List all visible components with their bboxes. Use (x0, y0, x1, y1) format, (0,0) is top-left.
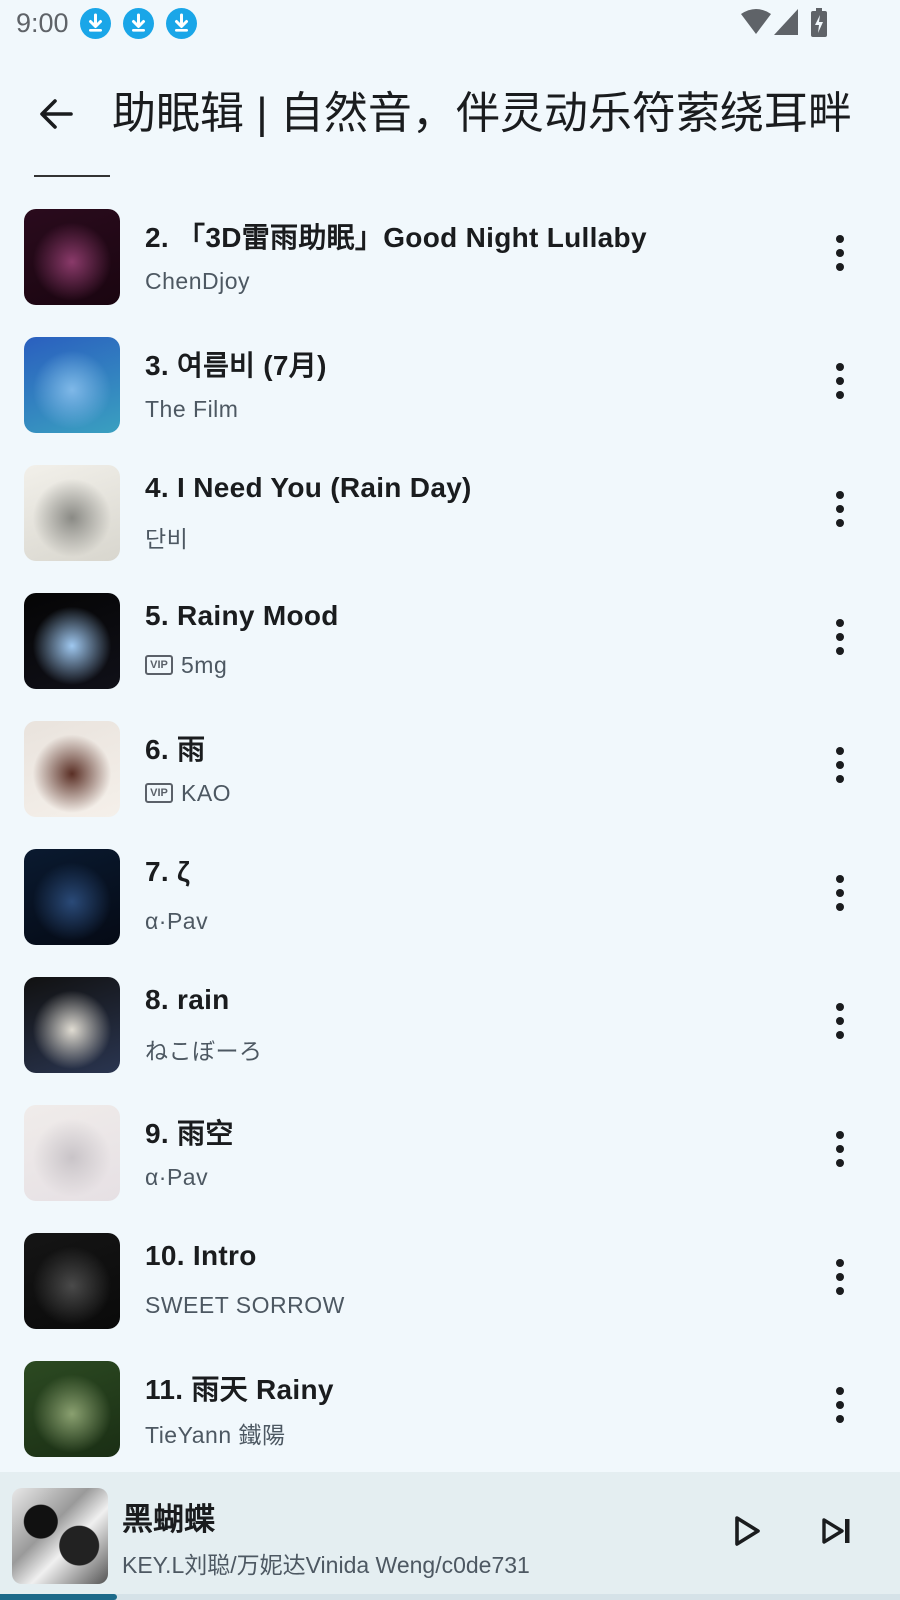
album-cover (24, 465, 120, 561)
track-row[interactable]: 6. 雨 VIP KAO (0, 708, 900, 836)
more-options-button[interactable] (815, 612, 865, 662)
track-row[interactable]: 9. 雨空 α·Pav (0, 1092, 900, 1220)
track-subtitle: VIP KAO (145, 778, 231, 808)
more-options-button[interactable] (815, 1124, 865, 1174)
download-icon (123, 8, 154, 39)
track-row[interactable]: 11. 雨天 Rainy TieYann 鐵陽 (0, 1348, 900, 1476)
vip-badge: VIP (145, 783, 173, 803)
more-options-button[interactable] (815, 996, 865, 1046)
more-vert-icon (836, 1387, 844, 1395)
track-subtitle: SWEET SORROW (145, 1290, 345, 1320)
track-subtitle: TieYann 鐵陽 (145, 1418, 286, 1448)
skip-next-button[interactable] (812, 1506, 862, 1556)
vip-badge: VIP (145, 655, 173, 675)
track-artist: The Film (145, 395, 239, 422)
more-options-button[interactable] (815, 484, 865, 534)
more-vert-icon (836, 875, 844, 883)
status-time: 9:00 (16, 8, 69, 38)
more-vert-icon (836, 1259, 844, 1267)
status-bar: 9:00 (0, 0, 900, 50)
album-cover (24, 593, 120, 689)
track-title: 7. ζ (145, 856, 191, 887)
track-subtitle: ねこぼーろ (145, 1034, 263, 1064)
track-row[interactable]: 2. 「3D雷雨助眠」Good Night Lullaby ChenDjoy (0, 196, 900, 324)
track-title: 5. Rainy Mood (145, 600, 339, 631)
track-artist: α·Pav (145, 1163, 209, 1190)
track-title: 2. 「3D雷雨助眠」Good Night Lullaby (145, 222, 647, 253)
more-options-button[interactable] (815, 868, 865, 918)
track-artist: α·Pav (145, 907, 209, 934)
now-playing-cover[interactable] (12, 1488, 108, 1584)
more-options-button[interactable] (815, 740, 865, 790)
skip-next-icon (822, 1518, 850, 1544)
track-title: 9. 雨空 (145, 1118, 234, 1149)
track-title: 11. 雨天 Rainy (145, 1374, 334, 1405)
track-row[interactable]: 10. Intro SWEET SORROW (0, 1220, 900, 1348)
album-cover (24, 721, 120, 817)
playback-progress[interactable] (0, 1594, 900, 1600)
album-cover (24, 1105, 120, 1201)
track-row[interactable]: 8. rain ねこぼーろ (0, 964, 900, 1092)
download-icon (80, 8, 111, 39)
page-title: 助眠辑 | 自然音，伴灵动乐符萦绕耳畔 (112, 89, 852, 138)
more-options-button[interactable] (815, 228, 865, 278)
track-subtitle: α·Pav (145, 1162, 208, 1192)
track-title: 8. rain (145, 984, 230, 1015)
track-artist: 5mg (181, 651, 228, 678)
track-title: 10. Intro (145, 1240, 257, 1271)
more-vert-icon (836, 747, 844, 755)
more-options-button[interactable] (815, 1380, 865, 1430)
more-options-button[interactable] (815, 356, 865, 406)
album-cover (24, 337, 120, 433)
album-cover (24, 1233, 120, 1329)
track-title: 3. 여름비 (7月) (145, 350, 327, 381)
track-subtitle: α·Pav (145, 906, 208, 936)
divider (34, 175, 110, 177)
app-bar: 助眠辑 | 自然音，伴灵动乐符萦绕耳畔 (0, 60, 900, 164)
more-vert-icon (836, 491, 844, 499)
track-row[interactable]: 7. ζ α·Pav (0, 836, 900, 964)
more-vert-icon (836, 235, 844, 243)
album-cover (24, 1361, 120, 1457)
playback-progress-fill (0, 1594, 117, 1600)
download-icon (166, 8, 197, 39)
album-cover (24, 209, 120, 305)
track-artist: KAO (181, 779, 232, 806)
play-icon (735, 1516, 760, 1546)
track-title: 6. 雨 (145, 734, 206, 765)
track-row[interactable]: 3. 여름비 (7月) The Film (0, 324, 900, 452)
now-playing-artist: KEY.L刘聪/万妮达Vinida Weng/c0de731 (122, 1552, 530, 1578)
wifi-icon (740, 8, 772, 36)
track-subtitle: 단비 (145, 522, 188, 552)
track-artist: ChenDjoy (145, 267, 250, 294)
track-title: 4. I Need You (Rain Day) (145, 472, 472, 503)
track-artist: TieYann 鐵陽 (145, 1422, 286, 1448)
play-button[interactable] (722, 1506, 772, 1556)
album-cover (24, 977, 120, 1073)
more-vert-icon (836, 1003, 844, 1011)
track-row[interactable]: 4. I Need You (Rain Day) 단비 (0, 452, 900, 580)
track-subtitle: VIP 5mg (145, 650, 227, 680)
track-artist: SWEET SORROW (145, 1291, 345, 1318)
track-artist: ねこぼーろ (145, 1038, 263, 1064)
track-list: 2. 「3D雷雨助眠」Good Night Lullaby ChenDjoy 3… (0, 196, 900, 1476)
album-cover (24, 849, 120, 945)
arrow-left-icon (40, 99, 73, 129)
more-vert-icon (836, 1131, 844, 1139)
track-subtitle: ChenDjoy (145, 266, 250, 296)
more-vert-icon (836, 619, 844, 627)
more-vert-icon (836, 363, 844, 371)
track-subtitle: The Film (145, 394, 238, 424)
battery-charging-icon (810, 8, 828, 38)
track-artist: 단비 (145, 526, 189, 552)
back-button[interactable] (30, 88, 82, 140)
more-options-button[interactable] (815, 1252, 865, 1302)
mini-player[interactable]: 黑蝴蝶 KEY.L刘聪/万妮达Vinida Weng/c0de731 (0, 1472, 900, 1600)
signal-icon (773, 8, 799, 36)
track-row[interactable]: 5. Rainy Mood VIP 5mg (0, 580, 900, 708)
now-playing-title: 黑蝴蝶 (122, 1502, 215, 1537)
